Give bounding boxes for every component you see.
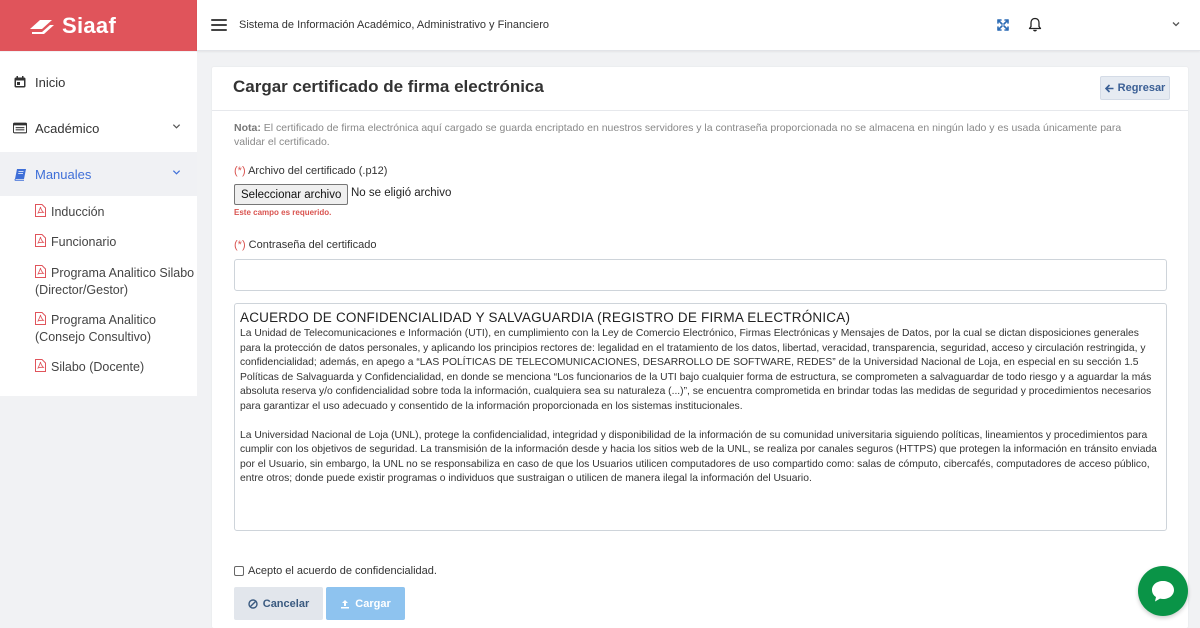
agreement-textbox[interactable]: ACUERDO DE CONFIDENCIALIDAD Y SALVAGUARD… [234,303,1167,531]
file-label-text: Archivo del certificado (.p12) [248,165,388,177]
brand-logo[interactable]: Siaaf [0,0,197,51]
bell-icon[interactable] [1028,17,1042,32]
divider [212,110,1188,111]
cancel-button-label: Cancelar [262,597,310,610]
required-mark: (*) [234,239,246,251]
accept-agreement[interactable]: Acepto el acuerdo de confidencialidad. [234,565,437,577]
file-field-label: (*) Archivo del certificado (.p12) [234,165,387,177]
chevron-down-icon [172,124,181,129]
back-button[interactable]: Regresar [1100,76,1170,100]
brand-name: Siaaf [62,12,117,38]
cancel-button[interactable]: Cancelar [234,587,323,620]
pdf-file-icon [35,312,46,325]
sidebar-subitem-label: Inducción [51,205,105,219]
pdf-file-icon [35,265,46,278]
calendar-icon [13,75,27,89]
agreement-title: ACUERDO DE CONFIDENCIALIDAD Y SALVAGUARD… [240,310,851,325]
password-label-text: Contraseña del certificado [248,239,377,251]
sidebar-item-label: Manuales [35,166,92,182]
pdf-file-icon [35,359,46,372]
sidebar-subitem-silabo-director[interactable]: Programa Analitico Silabo (Director/Gest… [35,265,195,299]
sidebar-subitem-induccion[interactable]: Inducción [35,204,195,221]
user-menu-chevron-icon[interactable] [1171,19,1181,29]
sidebar-subitem-label: Silabo (Docente) [51,360,145,374]
note-label: Nota: [234,122,261,134]
siaaf-logo-icon [28,16,56,36]
pdf-file-icon [35,234,46,247]
ban-icon [248,598,258,609]
app-title: Sistema de Información Académico, Admini… [239,19,549,31]
chat-button[interactable] [1138,566,1188,616]
sidebar-subitem-funcionario[interactable]: Funcionario [35,234,195,251]
file-status: No se eligió archivo [351,187,452,199]
chevron-down-icon [172,170,181,175]
sidebar-item-label: Inicio [35,74,66,90]
sidebar: Inicio Académico Manuales Inducción Func… [0,52,197,396]
password-input[interactable] [234,259,1167,291]
sidebar-subitem-label: Programa Analitico (Consejo Consultivo) [35,313,156,344]
sidebar-subitem-consejo-consultivo[interactable]: Programa Analitico (Consejo Consultivo) [35,312,195,346]
agreement-paragraph: La Unidad de Telecomunicaciones e Inform… [240,328,1152,412]
accept-label: Acepto el acuerdo de confidencialidad. [248,565,437,577]
sidebar-subitem-label: Programa Analitico Silabo (Director/Gest… [35,266,195,297]
accept-checkbox[interactable] [234,566,244,576]
note-body: El certificado de firma electrónica aquí… [234,122,1122,148]
agreement-paragraph: La Universidad Nacional de Loja (UNL), p… [240,429,1157,485]
upload-button-label: Cargar [355,597,391,610]
upload-icon [341,599,350,608]
fullscreen-icon[interactable] [997,19,1009,31]
arrow-left-icon [1104,83,1114,93]
required-mark: (*) [234,165,246,177]
pdf-file-icon [35,204,46,217]
file-error-message: Este campo es requerido. [234,208,332,217]
sidebar-subitem-silabo-docente[interactable]: Silabo (Docente) [35,359,195,376]
sidebar-item-manuales[interactable]: Manuales [0,152,197,196]
id-card-icon [13,121,27,135]
sidebar-subitem-label: Funcionario [51,235,117,249]
back-button-label: Regresar [1117,82,1166,94]
password-field-label: (*) Contraseña del certificado [234,239,376,251]
sidebar-item-label: Académico [35,120,100,136]
sidebar-item-academico[interactable]: Académico [0,106,197,150]
page-title: Cargar certificado de firma electrónica [233,77,544,96]
book-icon [13,167,27,181]
menu-toggle-icon[interactable] [211,19,227,31]
top-bar: Sistema de Información Académico, Admini… [197,0,1200,51]
sidebar-item-inicio[interactable]: Inicio [0,60,197,104]
upload-button[interactable]: Cargar [326,587,405,620]
select-file-button[interactable]: Seleccionar archivo [234,184,349,205]
chat-bubble-icon [1152,581,1174,602]
upload-certificate-card: Cargar certificado de firma electrónica … [212,67,1188,628]
note-text: Nota: El certificado de firma electrónic… [234,121,1154,149]
